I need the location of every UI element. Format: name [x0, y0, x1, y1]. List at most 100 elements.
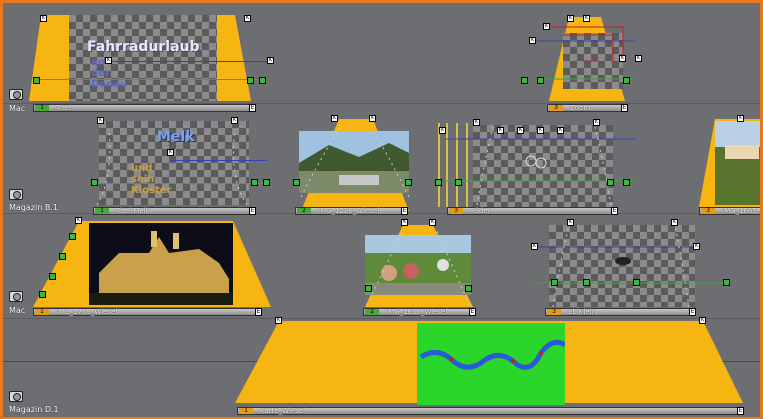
audio-keyframe[interactable]	[263, 179, 270, 186]
keyframe-marker[interactable]: K	[635, 55, 642, 62]
keyframe-marker[interactable]: K	[167, 149, 174, 156]
keyframe-marker[interactable]: K	[557, 127, 564, 134]
camera-icon[interactable]	[9, 189, 23, 200]
clip-number: 1	[35, 309, 49, 315]
lane-label: Mac	[9, 104, 26, 113]
clip-bar[interactable]: 3 Räder E	[447, 207, 618, 215]
photo-thumbnail	[89, 223, 233, 305]
keyframe-marker[interactable]: K	[619, 55, 626, 62]
keyframe-marker[interactable]: K	[244, 15, 251, 22]
keyframe-marker[interactable]: K	[699, 317, 706, 324]
keyframe-marker[interactable]: K	[275, 317, 282, 324]
clip-end-handle[interactable]: E	[621, 104, 628, 112]
clip-bar[interactable]: 3 Zoom E	[547, 104, 628, 112]
keyframe-marker[interactable]: K	[401, 219, 408, 226]
keyframe-marker[interactable]: K	[583, 15, 590, 22]
keyframe-marker[interactable]: K	[537, 127, 544, 134]
keyframe-marker[interactable]: K	[267, 57, 274, 64]
photo-thumbnail	[715, 121, 760, 205]
keyframe-marker[interactable]: K	[40, 15, 47, 22]
audio-keyframe[interactable]	[465, 285, 472, 292]
clip-number: 1	[239, 408, 253, 414]
audio-keyframe[interactable]	[435, 179, 442, 186]
lane-label: Magazin D.1	[9, 405, 59, 414]
title-text-line1: Fahrradurlaub	[87, 39, 200, 55]
audio-keyframe[interactable]	[33, 77, 40, 84]
clip-bar[interactable]: 1 Titel E	[33, 104, 256, 112]
keyframe-marker[interactable]: K	[473, 119, 480, 126]
keyframe-marker[interactable]: K	[105, 57, 112, 64]
audio-keyframe[interactable]	[623, 179, 630, 186]
audio-keyframe[interactable]	[39, 291, 46, 298]
audio-keyframe[interactable]	[251, 179, 258, 186]
clip-end-handle[interactable]: E	[249, 104, 256, 112]
keyframe-marker[interactable]: K	[231, 117, 238, 124]
audio-keyframe[interactable]	[623, 77, 630, 84]
clip-bar[interactable]: 1 IMG_1765_Wiesel E	[33, 308, 262, 316]
clip-end-handle[interactable]: E	[249, 207, 256, 215]
keyframe-marker[interactable]: K	[529, 37, 536, 44]
audio-keyframe[interactable]	[247, 77, 254, 84]
clip-end-handle[interactable]: E	[737, 407, 744, 415]
keyframe-marker[interactable]: K	[593, 119, 600, 126]
audio-keyframe[interactable]	[633, 279, 640, 286]
audio-keyframe[interactable]	[69, 233, 76, 240]
keyframe-marker[interactable]: K	[517, 127, 524, 134]
audio-keyframe[interactable]	[521, 77, 528, 84]
keyframe-marker[interactable]: K	[429, 219, 436, 226]
keyframe-marker[interactable]: K	[439, 127, 446, 134]
audio-keyframe[interactable]	[405, 179, 412, 186]
keyframe-marker[interactable]: K	[567, 219, 574, 226]
audio-keyframe[interactable]	[583, 279, 590, 286]
keyframe-marker[interactable]: K	[97, 117, 104, 124]
clip-name: Titel Melk	[116, 207, 150, 215]
clip-number: 1	[35, 105, 49, 111]
keyframe-marker[interactable]: K	[693, 243, 700, 250]
clip-bar[interactable]: 2 IMG_1616_Wiesel E	[363, 308, 476, 316]
title-text-line1: Melk	[157, 129, 195, 145]
audio-keyframe[interactable]	[607, 179, 614, 186]
audio-keyframe[interactable]	[49, 273, 56, 280]
keyframe-marker[interactable]: K	[567, 15, 574, 22]
keyframe-marker[interactable]: K	[531, 243, 538, 250]
keyframe-marker[interactable]: K	[737, 115, 744, 122]
clip-number: 3	[547, 309, 561, 315]
clip-end-handle[interactable]: E	[401, 207, 408, 215]
zoom-frame-paths	[537, 26, 635, 80]
clip-bar[interactable]: 2 IMG_1226_Wiesel E	[295, 207, 408, 215]
audio-keyframe[interactable]	[91, 179, 98, 186]
audio-keyframe[interactable]	[293, 179, 300, 186]
clip-bar[interactable]: 3 IMG_1665	[699, 207, 760, 215]
clip-name: IMG_1616_Wiesel	[386, 308, 448, 316]
audio-keyframe[interactable]	[537, 77, 544, 84]
clip-name: IMG_1226_Wiesel	[318, 207, 380, 215]
audio-keyframe[interactable]	[455, 179, 462, 186]
camera-icon[interactable]	[9, 391, 23, 402]
audio-keyframe[interactable]	[723, 279, 730, 286]
audio-keyframe[interactable]	[259, 77, 266, 84]
clip-end-handle[interactable]: E	[611, 207, 618, 215]
clip-end-handle[interactable]: E	[469, 308, 476, 316]
clip-name: Zoom	[570, 104, 591, 112]
clip-bar[interactable]: 1 Karte_Wiesel E	[237, 407, 744, 415]
keyframe-marker[interactable]: K	[671, 219, 678, 226]
clip-end-handle[interactable]: E	[255, 308, 262, 316]
clip-number: 3	[449, 208, 463, 214]
volume-line	[93, 183, 269, 184]
clip-end-handle[interactable]: E	[689, 308, 696, 316]
audio-keyframe[interactable]	[551, 279, 558, 286]
keyframe-marker[interactable]: K	[369, 115, 376, 122]
clip-name: EbiKlein	[568, 308, 597, 316]
camera-icon[interactable]	[9, 291, 23, 302]
keyframe-marker[interactable]: K	[75, 217, 82, 224]
keyframe-marker[interactable]: K	[497, 127, 504, 134]
audio-keyframe[interactable]	[365, 285, 372, 292]
audio-keyframe[interactable]	[59, 253, 66, 260]
map-thumbnail	[417, 323, 565, 405]
keyframe-marker[interactable]: K	[543, 23, 550, 30]
clip-bar[interactable]: 3 EbiKlein E	[545, 308, 696, 316]
clip-number: 2	[297, 208, 311, 214]
camera-icon[interactable]	[9, 89, 23, 100]
keyframe-marker[interactable]: K	[331, 115, 338, 122]
clip-bar[interactable]: 1 Titel Melk E	[93, 207, 256, 215]
